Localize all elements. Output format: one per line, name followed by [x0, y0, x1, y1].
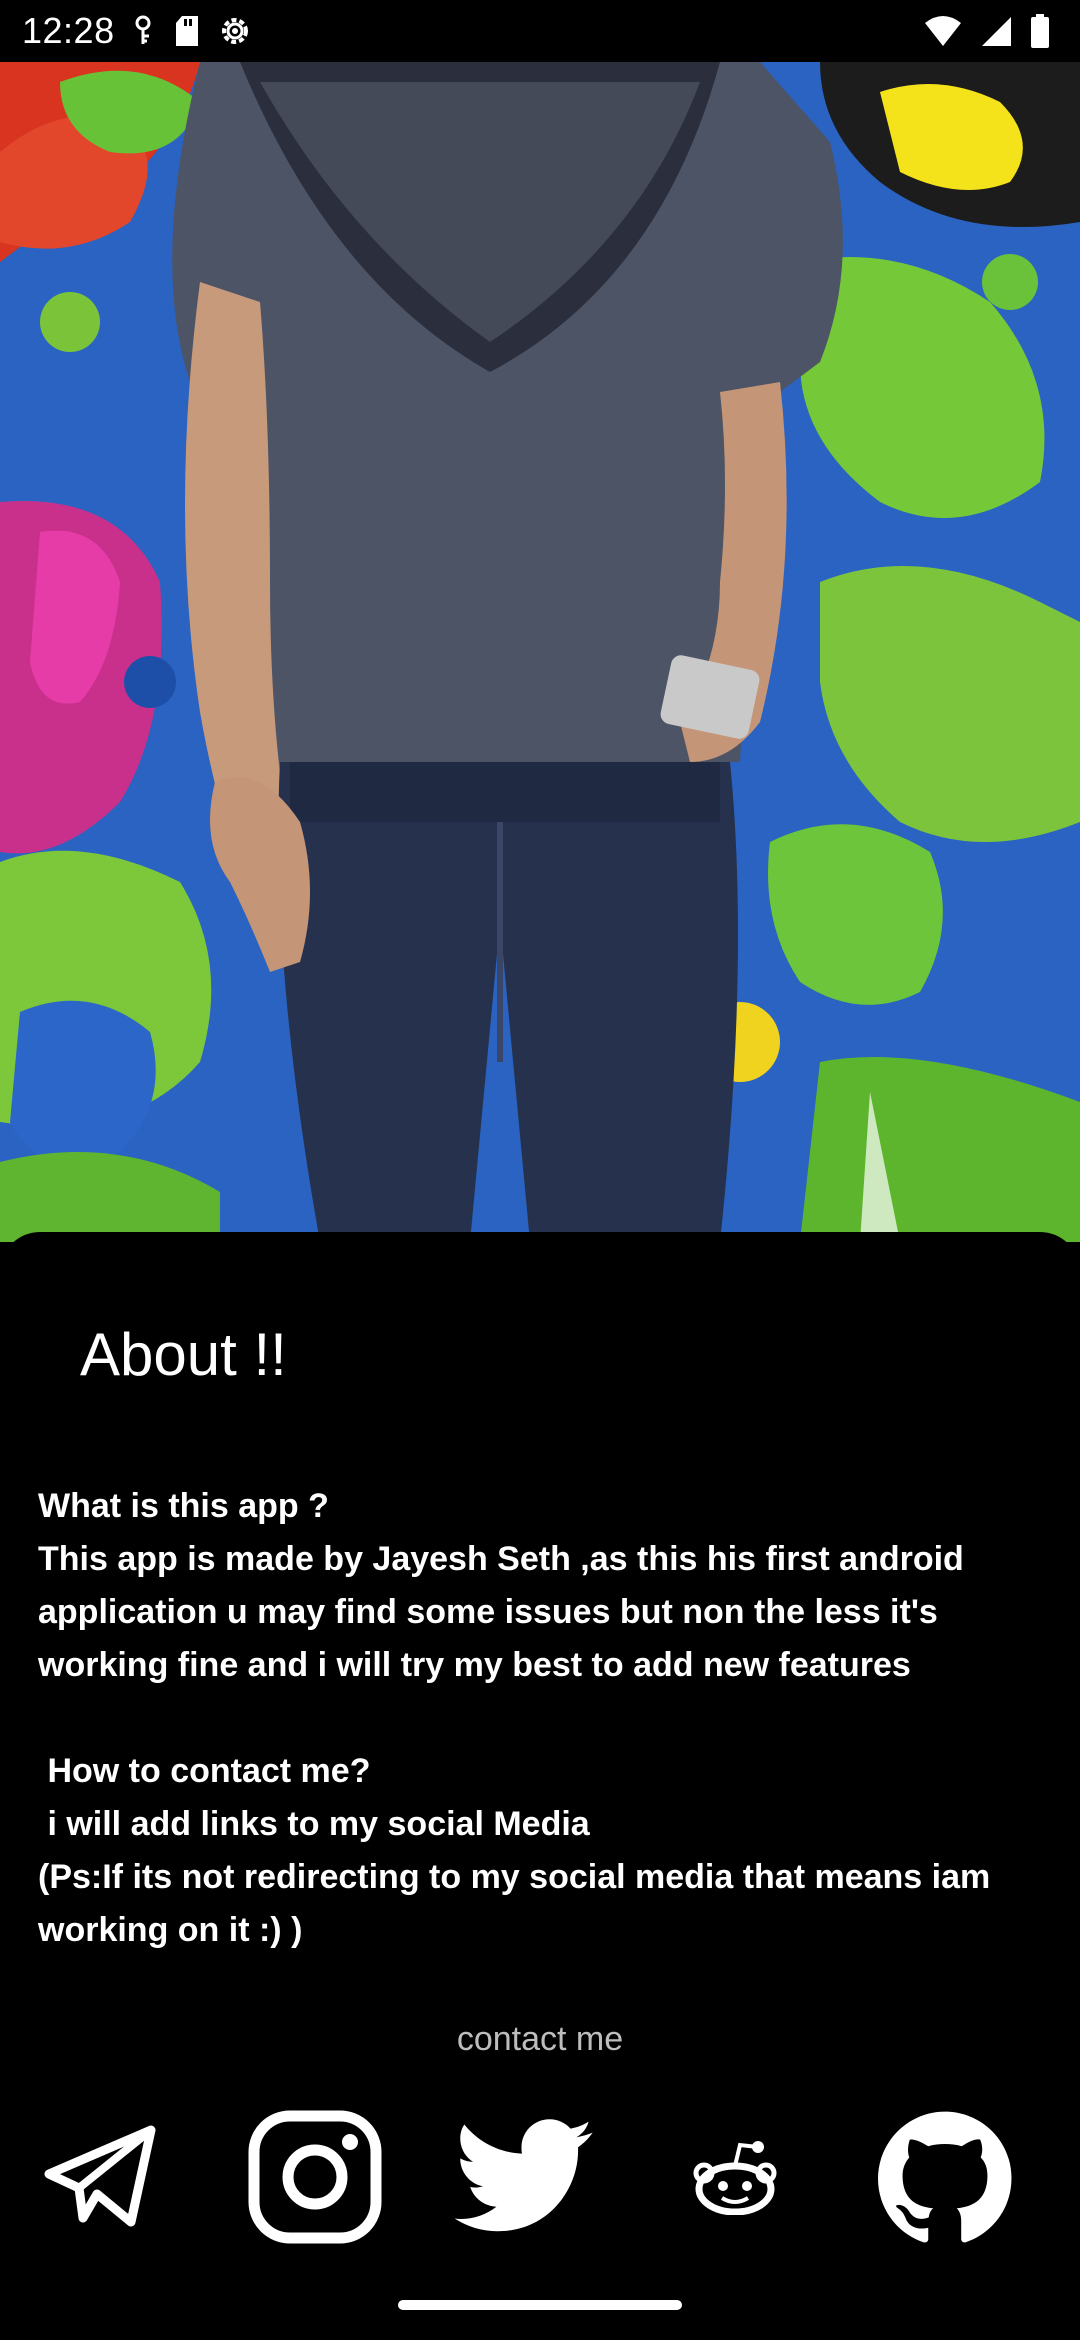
- about-title: About !!: [80, 1321, 287, 1388]
- twitter-button[interactable]: [450, 2102, 600, 2252]
- settings-gear-icon: [218, 14, 252, 53]
- telegram-icon: [44, 2125, 156, 2227]
- question-how-to-contact: How to contact me?: [38, 1752, 371, 1790]
- status-icons-right: [924, 14, 1050, 53]
- contact-me-label: contact me: [456, 2020, 624, 2058]
- telegram-button[interactable]: [26, 2102, 176, 2252]
- status-bar: 12:28: [0, 0, 1080, 62]
- github-button[interactable]: [870, 2102, 1020, 2252]
- social-links-row: [0, 2102, 1080, 2282]
- cellular-signal-icon: [980, 15, 1012, 52]
- answer-how-to-contact: i will add links to my social Media: [38, 1805, 590, 1843]
- battery-icon: [1030, 14, 1050, 53]
- home-indicator[interactable]: [398, 2300, 682, 2310]
- reddit-icon: [693, 2141, 777, 2215]
- status-time: 12:28: [22, 10, 115, 51]
- twitter-icon: [455, 2119, 593, 2232]
- wifi-icon: [924, 15, 962, 52]
- about-description: What is this app ? This app is made by J…: [38, 1480, 1048, 1957]
- github-icon: [878, 2111, 1012, 2243]
- profile-photo: [0, 62, 1080, 1242]
- vpn-key-icon: [130, 14, 156, 53]
- instagram-icon: [248, 2110, 382, 2244]
- instagram-button[interactable]: [240, 2102, 390, 2252]
- sd-card-icon: [174, 15, 200, 52]
- status-icons-left: [130, 14, 252, 53]
- reddit-button[interactable]: [660, 2102, 810, 2252]
- ps-note: (Ps:If its not redirecting to my social …: [38, 1858, 1000, 1949]
- answer-what-is-app: This app is made by Jayesh Seth ,as this…: [38, 1540, 974, 1684]
- question-what-is-app: What is this app ?: [38, 1487, 329, 1525]
- about-sheet: About !! What is this app ? This app is …: [0, 1232, 1080, 2340]
- about-screen: 12:28 About !! What is this app ? This a…: [0, 0, 1080, 2340]
